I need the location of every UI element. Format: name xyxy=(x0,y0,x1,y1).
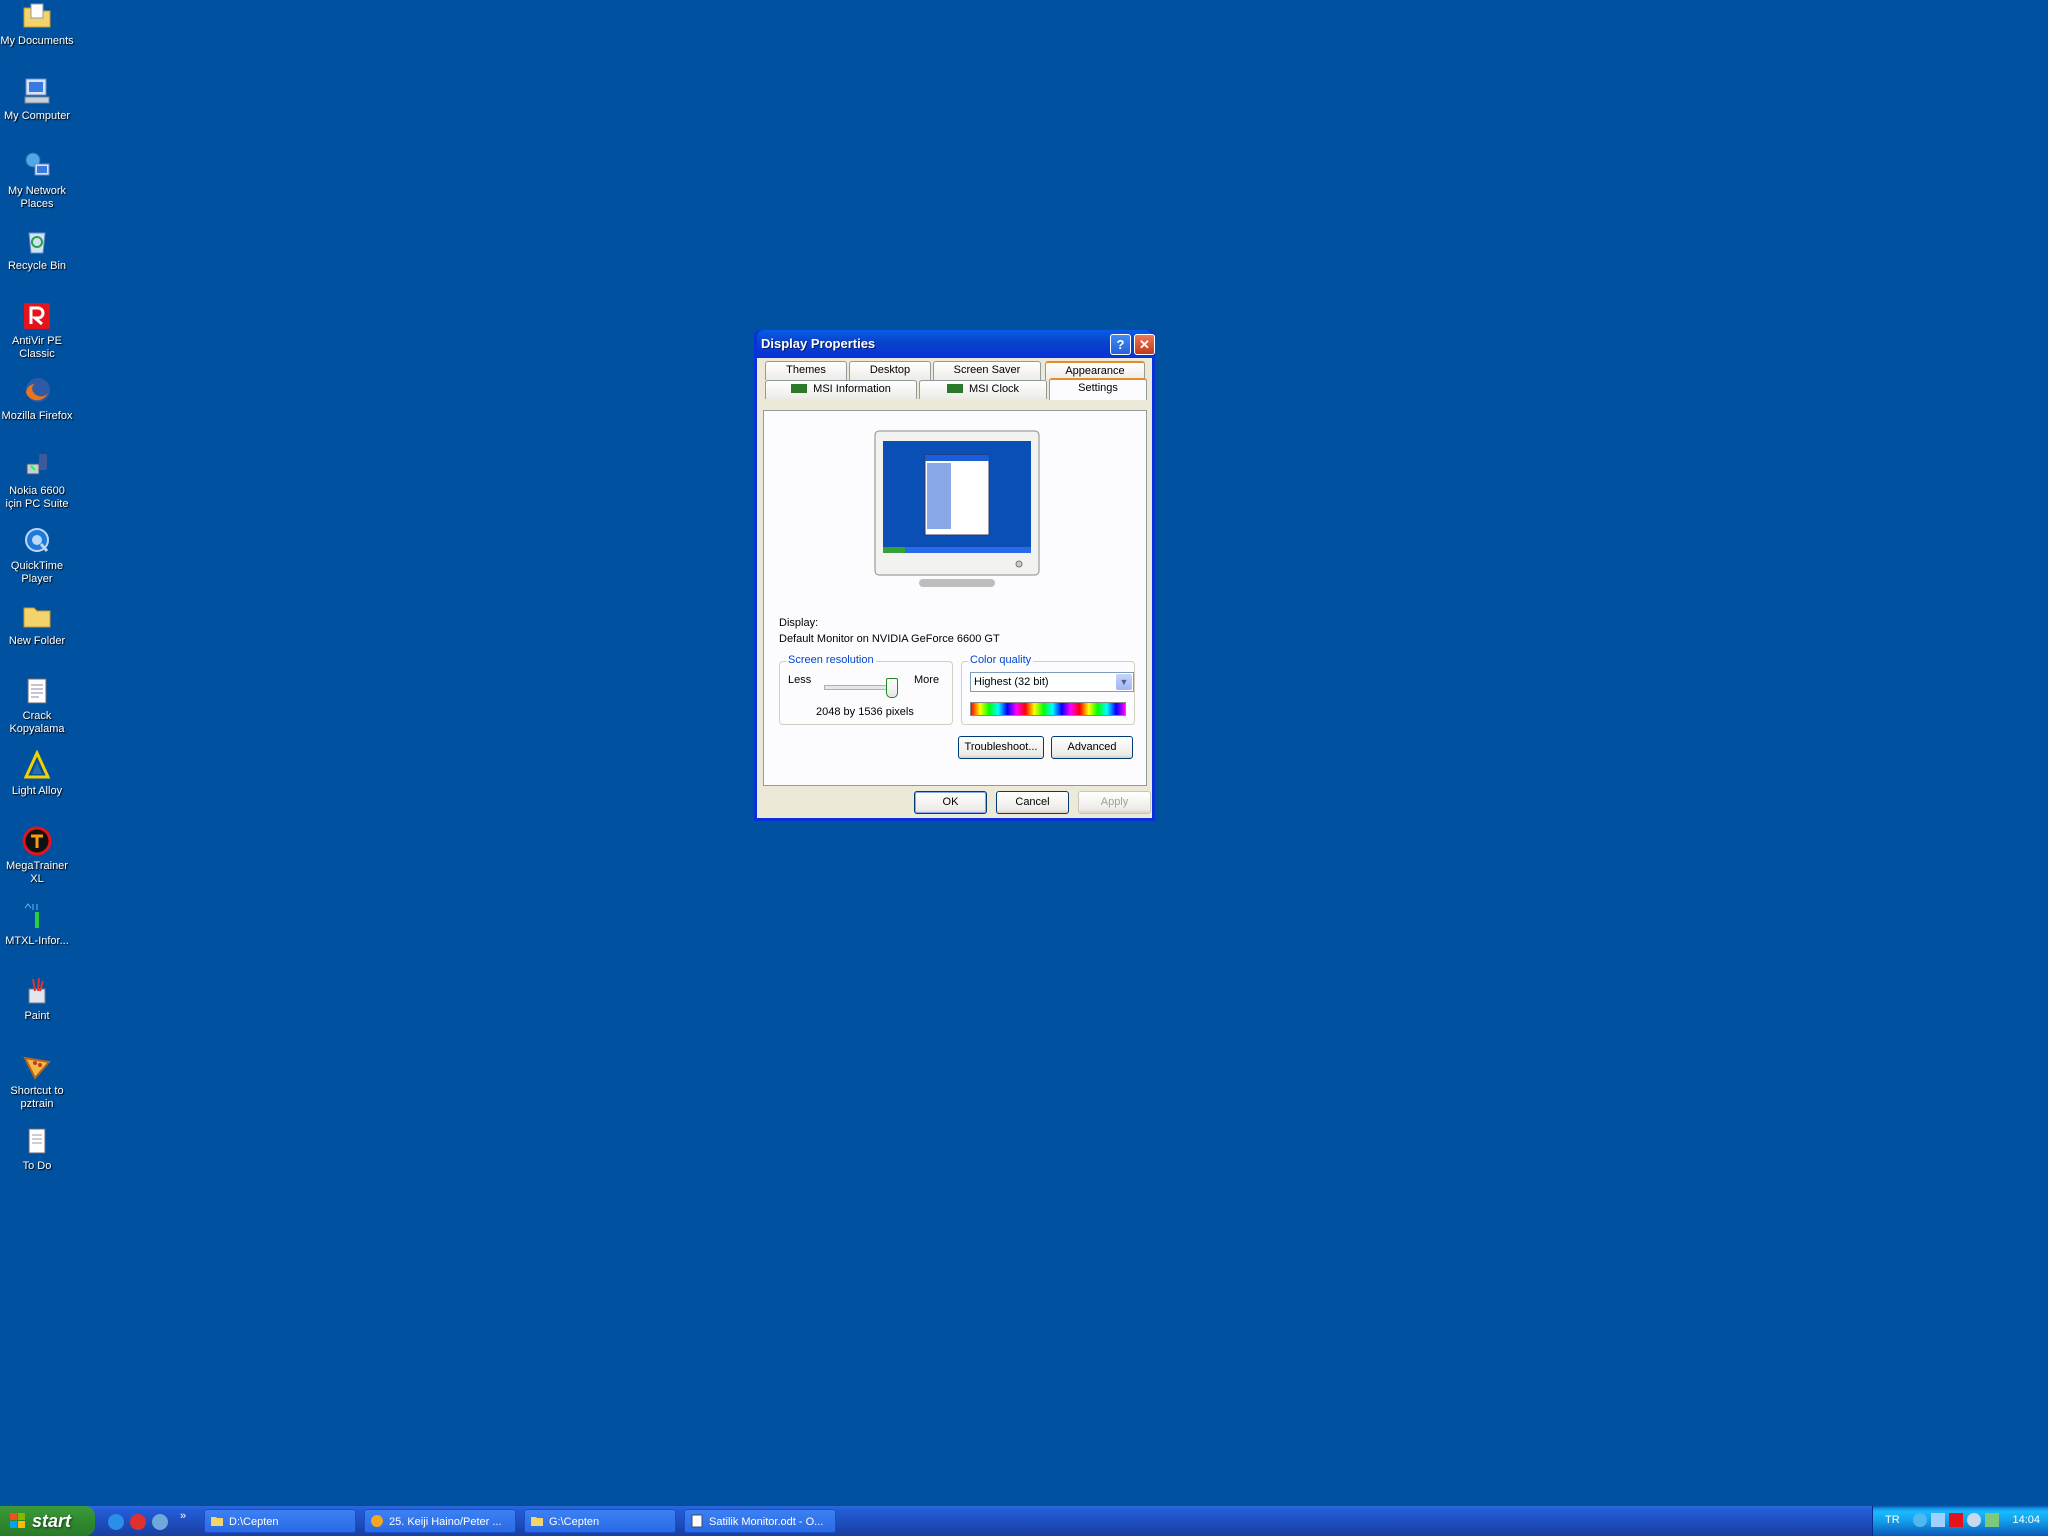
resolution-slider[interactable] xyxy=(824,678,898,698)
document-icon xyxy=(691,1514,703,1528)
resolution-less-label: Less xyxy=(788,674,812,686)
nokia-icon xyxy=(21,450,53,482)
desktop-icon-recycle-bin[interactable]: Recycle Bin xyxy=(0,225,74,273)
notepad-icon xyxy=(21,675,53,707)
desktop-icon-mtxl-info[interactable]: MTXL-Infor... xyxy=(0,900,74,948)
slider-thumb[interactable] xyxy=(886,678,898,698)
quicktime-icon xyxy=(21,525,53,557)
folder-icon xyxy=(21,600,53,632)
help-button[interactable]: ? xyxy=(1110,334,1131,355)
chevron-down-icon[interactable]: ▼ xyxy=(1116,674,1132,690)
desktop-icon-my-documents[interactable]: My Documents xyxy=(0,0,74,48)
desktop-icon-my-network-places[interactable]: My Network Places xyxy=(0,150,74,211)
recycle-bin-icon xyxy=(21,225,53,257)
resolution-more-label: More xyxy=(914,674,940,686)
network-icon xyxy=(21,150,53,182)
media-player-icon[interactable] xyxy=(130,1514,146,1530)
ok-button[interactable]: OK xyxy=(914,791,987,814)
tray-icon-app[interactable] xyxy=(1931,1513,1945,1527)
color-quality-group: Color quality Highest (32 bit) ▼ xyxy=(961,654,1135,725)
taskbar-item-g-cepten[interactable]: G:\Cepten xyxy=(524,1509,676,1533)
resolution-value: 2048 by 1536 pixels xyxy=(816,706,914,718)
language-indicator[interactable]: TR xyxy=(1885,1514,1900,1526)
start-button[interactable]: start xyxy=(0,1506,95,1536)
desktop-icon-light-alloy[interactable]: Light Alloy xyxy=(0,750,74,798)
system-tray: TR 14:04 xyxy=(1872,1506,2048,1536)
folder-icon xyxy=(531,1517,543,1526)
quick-launch-overflow[interactable]: » xyxy=(180,1510,186,1522)
monitor-preview xyxy=(869,429,1045,589)
advanced-button[interactable]: Advanced xyxy=(1051,736,1133,759)
taskbar-item-document[interactable]: Satilik Monitor.odt - O... xyxy=(684,1509,836,1533)
computer-icon xyxy=(21,75,53,107)
settings-panel: Display: Default Monitor on NVIDIA GeFor… xyxy=(763,410,1147,786)
taskbar-item-media[interactable]: 25. Keiji Haino/Peter ... xyxy=(364,1509,516,1533)
internet-explorer-icon[interactable] xyxy=(108,1514,124,1530)
dialog-title: Display Properties xyxy=(761,336,876,351)
folder-icon xyxy=(211,1517,223,1526)
screen-resolution-label: Screen resolution xyxy=(786,654,876,666)
taskbar: start » D:\Cepten 25. Keiji Haino/Peter … xyxy=(0,1506,2048,1536)
quick-launch-icon[interactable] xyxy=(152,1514,168,1530)
tray-icon-volume[interactable] xyxy=(1967,1513,1981,1527)
desktop-icon-firefox[interactable]: Mozilla Firefox xyxy=(0,375,74,423)
folder-documents-icon xyxy=(21,0,53,32)
pizza-icon xyxy=(21,1050,53,1082)
light-alloy-icon xyxy=(21,750,53,782)
close-icon: ✕ xyxy=(1139,337,1150,352)
desktop-icon-paint[interactable]: Paint xyxy=(0,975,74,1023)
color-quality-label: Color quality xyxy=(968,654,1034,666)
tab-settings[interactable]: Settings xyxy=(1049,378,1147,400)
dialog-client: Themes Desktop Screen Saver Appearance M… xyxy=(757,358,1152,818)
tab-msi-information[interactable]: MSI Information xyxy=(765,380,917,399)
mtxl-icon xyxy=(21,900,53,932)
troubleshoot-button[interactable]: Troubleshoot... xyxy=(958,736,1044,759)
color-spectrum-bar xyxy=(970,702,1126,716)
tab-themes[interactable]: Themes xyxy=(765,361,847,380)
cancel-button[interactable]: Cancel xyxy=(996,791,1069,814)
antivir-icon xyxy=(21,300,53,332)
desktop-icon-megatrainer[interactable]: MegaTrainer XL xyxy=(0,825,74,886)
desktop-icon-antivir[interactable]: AntiVir PE Classic xyxy=(0,300,74,361)
tab-desktop[interactable]: Desktop xyxy=(849,361,931,380)
chip-icon xyxy=(946,384,963,393)
display-value: Default Monitor on NVIDIA GeForce 6600 G… xyxy=(779,633,1000,645)
firefox-icon xyxy=(21,375,53,407)
color-quality-select[interactable]: Highest (32 bit) ▼ xyxy=(970,672,1134,692)
tab-screen-saver[interactable]: Screen Saver xyxy=(933,361,1041,380)
display-properties-dialog: Display Properties ? ✕ Themes Desktop Sc… xyxy=(754,330,1155,821)
chip-icon xyxy=(791,384,808,393)
desktop-icon-quicktime[interactable]: QuickTime Player xyxy=(0,525,74,586)
desktop-icon-crack-kopyalama[interactable]: Crack Kopyalama xyxy=(0,675,74,736)
desktop-icon-new-folder[interactable]: New Folder xyxy=(0,600,74,648)
tab-msi-clock[interactable]: MSI Clock xyxy=(919,380,1047,399)
display-label: Display: xyxy=(779,617,819,629)
color-quality-value: Highest (32 bit) xyxy=(974,676,1049,688)
desktop-icon-my-computer[interactable]: My Computer xyxy=(0,75,74,123)
clock: 14:04 xyxy=(2012,1514,2040,1526)
tray-icon-nvidia[interactable] xyxy=(1985,1513,1999,1527)
desktop-icon-pztrain[interactable]: Shortcut to pztrain xyxy=(0,1050,74,1111)
desktop-icon-nokia-pc-suite[interactable]: Nokia 6600 için PC Suite xyxy=(0,450,74,511)
tray-icon-antivir[interactable] xyxy=(1949,1513,1963,1527)
text-file-icon xyxy=(21,1125,53,1157)
desktop-icon-to-do[interactable]: To Do xyxy=(0,1125,74,1173)
paint-icon xyxy=(21,975,53,1007)
close-button[interactable]: ✕ xyxy=(1134,334,1155,355)
windows-flag-icon xyxy=(10,1513,25,1528)
apply-button[interactable]: Apply xyxy=(1078,791,1151,814)
tray-icon-network[interactable] xyxy=(1913,1513,1927,1527)
title-bar[interactable]: Display Properties ? ✕ xyxy=(757,330,1155,358)
taskbar-item-d-cepten[interactable]: D:\Cepten xyxy=(204,1509,356,1533)
megatrainer-icon xyxy=(21,825,53,857)
media-player-icon xyxy=(371,1515,383,1527)
screen-resolution-group: Screen resolution Less More 2048 by 1536… xyxy=(779,654,953,725)
